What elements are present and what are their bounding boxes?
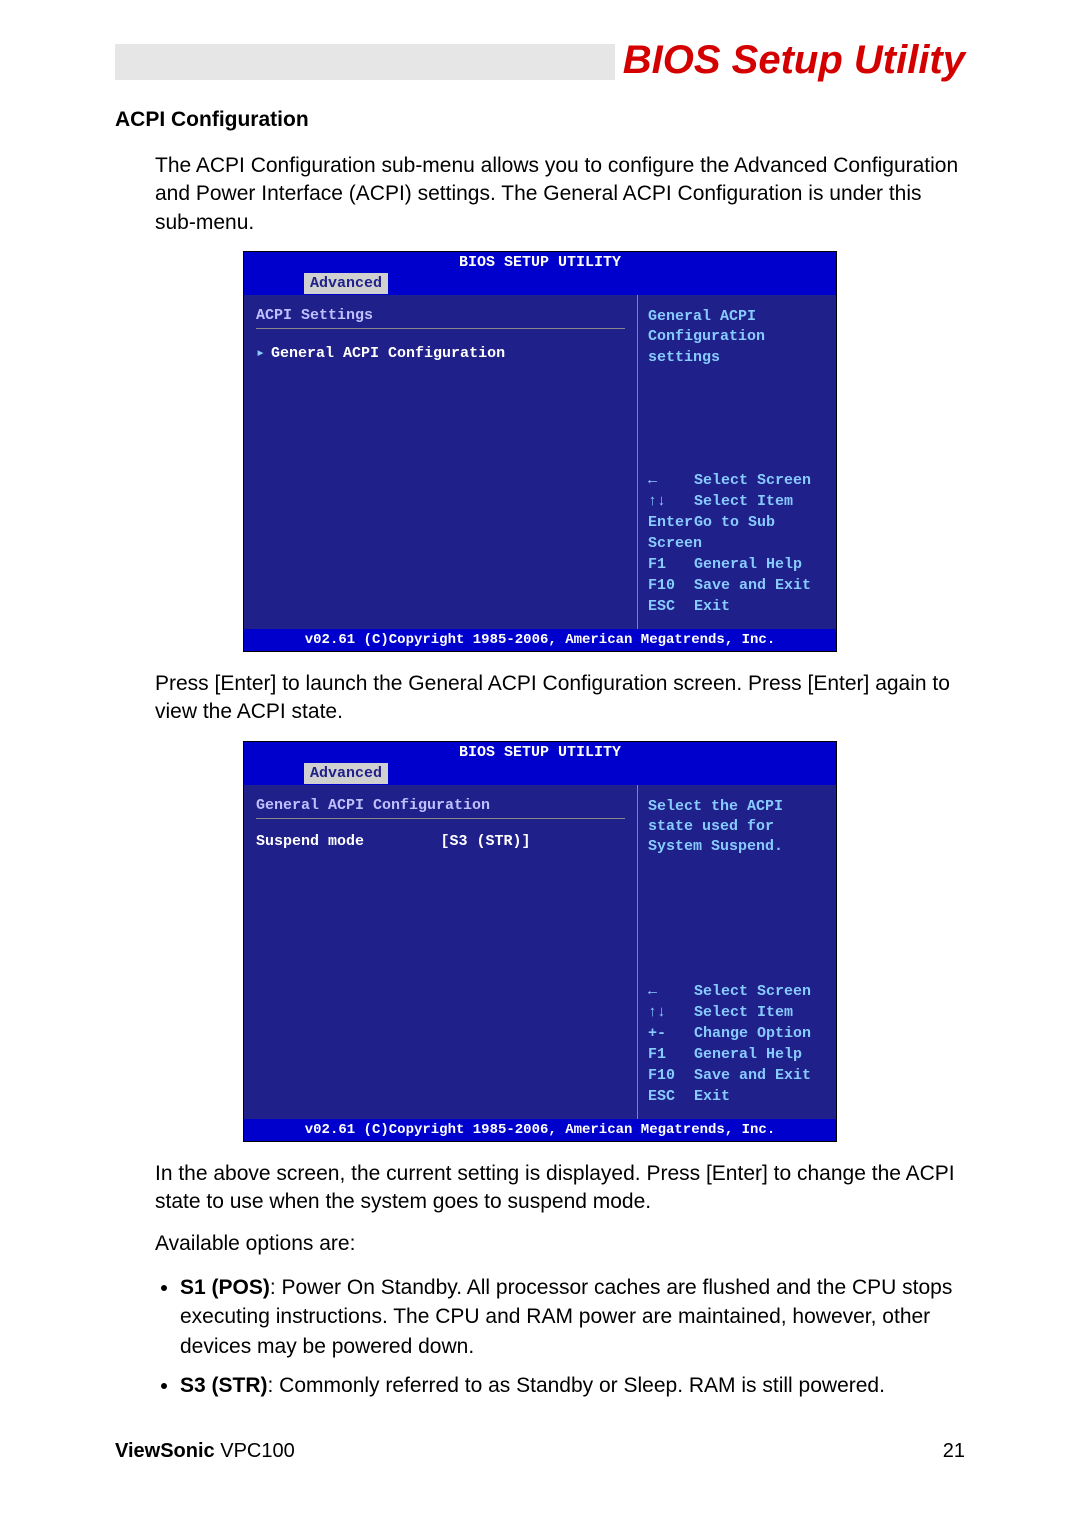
bios-screenshot-1: BIOS SETUP UTILITY Advanced ACPI Setting…	[243, 251, 837, 652]
bios1-tabbar: Advanced	[244, 273, 836, 295]
page-number: 21	[943, 1440, 965, 1463]
paragraph-intro: The ACPI Configuration sub-menu allows y…	[115, 152, 965, 237]
bios1-footer: v02.61 (C)Copyright 1985-2006, American …	[244, 629, 836, 651]
bios1-right-panel: General ACPI Configuration settings ←Sel…	[638, 295, 836, 629]
bios2-setting-suspend-mode[interactable]: Suspend mode [S3 (STR)]	[256, 833, 625, 850]
bios2-tab-advanced[interactable]: Advanced	[304, 763, 388, 784]
footer-brand: ViewSonic	[115, 1440, 215, 1462]
section-heading: ACPI Configuration	[115, 108, 965, 132]
bios1-title: BIOS SETUP UTILITY	[244, 252, 836, 273]
bios2-setting-label: Suspend mode	[256, 833, 441, 850]
bios2-left-panel: General ACPI Configuration Suspend mode …	[244, 785, 638, 1119]
option-s1-pos: S1 (POS): Power On Standby. All processo…	[180, 1273, 965, 1361]
page-header: BIOS Setup Utility	[115, 40, 965, 80]
bios2-tabbar: Advanced	[244, 763, 836, 785]
header-gray-bar	[115, 44, 615, 80]
bios1-menu-item-general-acpi[interactable]: ▸ General ACPI Configuration	[256, 343, 625, 362]
options-list: S1 (POS): Power On Standby. All processo…	[115, 1273, 965, 1401]
option-s3-str: S3 (STR): Commonly referred to as Standb…	[180, 1371, 965, 1400]
bios-screenshot-2: BIOS SETUP UTILITY Advanced General ACPI…	[243, 741, 837, 1142]
page-footer: ViewSonic VPC100 21	[115, 1440, 965, 1463]
bios2-setting-value: [S3 (STR)]	[441, 833, 626, 850]
paragraph-available-options: Available options are:	[115, 1230, 965, 1258]
bios2-key-legend: ←Select Screen ↑↓Select Item +-Change Op…	[648, 981, 828, 1107]
bios2-footer: v02.61 (C)Copyright 1985-2006, American …	[244, 1119, 836, 1141]
bios2-left-heading: General ACPI Configuration	[256, 797, 625, 819]
bios2-right-panel: Select the ACPI state used for System Su…	[638, 785, 836, 1119]
bios1-left-panel: ACPI Settings ▸ General ACPI Configuratio…	[244, 295, 638, 629]
bios1-key-legend: ←Select Screen ↑↓Select Item EnterGo to …	[648, 470, 828, 617]
bios1-help-text: General ACPI Configuration settings	[648, 307, 828, 368]
bios2-help-text: Select the ACPI state used for System Su…	[648, 797, 828, 858]
paragraph-after-bios1: Press [Enter] to launch the General ACPI…	[115, 670, 965, 727]
bios2-title: BIOS SETUP UTILITY	[244, 742, 836, 763]
header-title: BIOS Setup Utility	[615, 40, 965, 80]
bios1-left-heading: ACPI Settings	[256, 307, 625, 329]
bios1-tab-advanced[interactable]: Advanced	[304, 273, 388, 294]
submenu-arrow-icon: ▸	[256, 345, 265, 362]
bios1-item-label: General ACPI Configuration	[271, 345, 505, 362]
paragraph-after-bios2: In the above screen, the current setting…	[115, 1160, 965, 1217]
footer-model: VPC100	[220, 1440, 295, 1462]
